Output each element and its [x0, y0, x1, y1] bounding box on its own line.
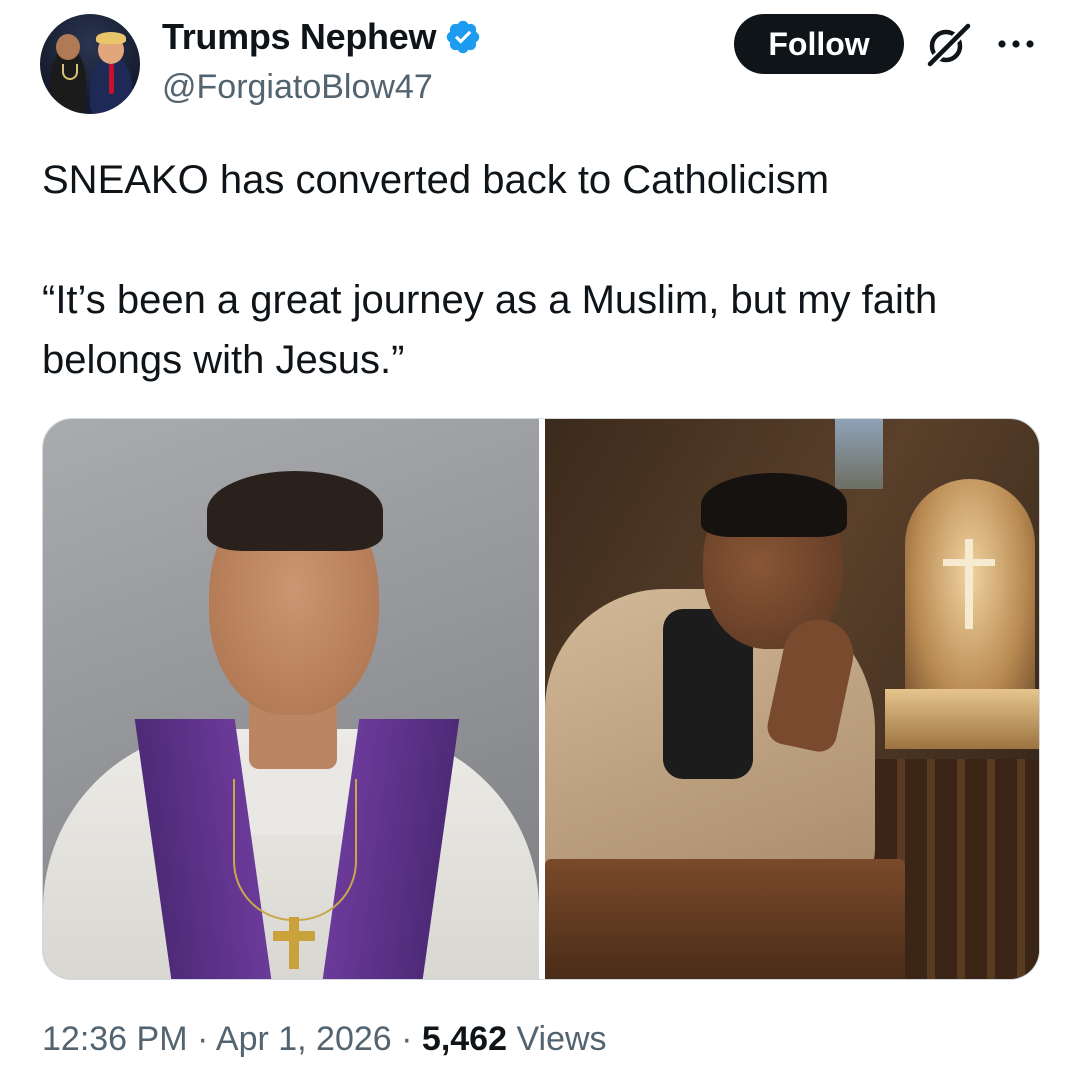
photo-crucifix-bar: [943, 559, 995, 566]
photo-priest-stole[interactable]: [43, 419, 539, 979]
photo-hair-shape: [701, 473, 847, 537]
follow-button[interactable]: Follow: [734, 14, 904, 74]
tweet-text: SNEAKO has converted back to Catholicism…: [42, 158, 938, 382]
views-count: 5,462: [421, 1020, 508, 1058]
avatar-head-left: [56, 34, 80, 60]
verified-badge-icon[interactable]: [444, 18, 482, 56]
photo-altar-candles: [885, 689, 1039, 749]
meta-separator: ·: [196, 1020, 209, 1058]
author-name-row: Trumps Nephew: [162, 16, 482, 58]
avatar-tie: [109, 64, 114, 94]
tweet-media-grid: [42, 418, 1040, 980]
author-handle[interactable]: @ForgiatoBlow47: [162, 68, 433, 107]
more-horizontal-icon[interactable]: [994, 26, 1038, 62]
tweet-date[interactable]: Apr 1, 2026: [216, 1020, 392, 1058]
photo-hair-shape: [207, 471, 383, 551]
views-label: Views: [516, 1020, 607, 1058]
tweet-meta: 12:36 PM · Apr 1, 2026 · 5,462 Views: [42, 1020, 607, 1059]
photo-stained-window: [835, 419, 883, 489]
photo-front-pew: [545, 859, 905, 979]
author-avatar[interactable]: [40, 14, 140, 114]
photo-crucifix: [965, 539, 973, 629]
avatar-hair: [96, 32, 126, 44]
photo-necklace-chain: [233, 779, 357, 921]
grok-icon[interactable]: [922, 20, 974, 68]
photo-cross-pendant-bar: [273, 931, 315, 941]
avatar-chain: [62, 64, 78, 80]
meta-separator: ·: [401, 1020, 413, 1058]
photo-praying-church[interactable]: [545, 419, 1039, 979]
tweet-time[interactable]: 12:36 PM: [42, 1020, 188, 1058]
photo-cross-pendant: [289, 917, 299, 969]
author-display-name[interactable]: Trumps Nephew: [162, 16, 436, 58]
